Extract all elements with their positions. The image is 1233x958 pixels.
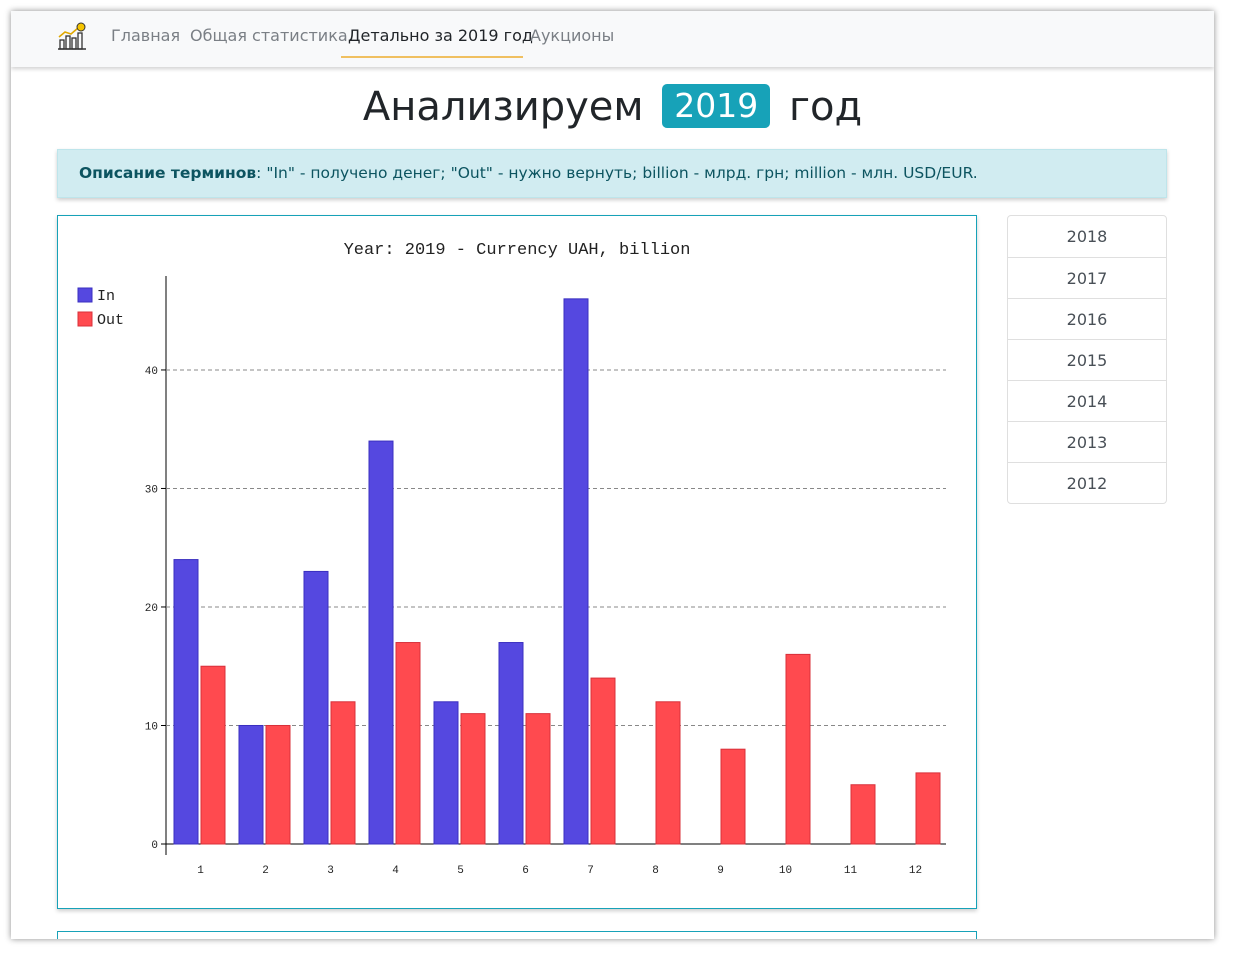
nav-general-stats[interactable]: Общая статистика	[190, 11, 348, 59]
bar-in-5	[433, 701, 459, 845]
chart-card: Year: 2019 - Currency UAH, billion 0 10 20 3…	[57, 215, 977, 909]
legend-swatch-in	[77, 287, 93, 303]
x-tick-label: 12	[909, 865, 922, 877]
x-tick-label: 4	[392, 865, 399, 877]
y-tick-label: 10	[145, 721, 158, 733]
terms-alert: Описание терминов: "In" - получено денег…	[57, 149, 1167, 198]
legend-label-out: Out	[97, 312, 124, 329]
bar-in-3	[303, 570, 329, 845]
active-tab-indicator	[341, 56, 523, 58]
brand-logo[interactable]	[56, 22, 88, 52]
bar-out-12	[915, 772, 941, 845]
x-tick-label: 7	[587, 865, 594, 877]
bar-in-4	[368, 440, 394, 845]
year-badge: 2019	[662, 84, 771, 128]
nav-auctions[interactable]: Аукционы	[530, 11, 614, 59]
x-tick-label: 6	[522, 865, 529, 877]
x-tick-label: 8	[652, 865, 659, 877]
bar-out-7	[590, 677, 616, 845]
title-prefix: Анализируем	[362, 84, 644, 130]
year-link-2018[interactable]: 2018	[1008, 216, 1166, 257]
year-link-2012[interactable]: 2012	[1008, 462, 1166, 503]
x-tick-label: 9	[717, 865, 724, 877]
year-link-2014[interactable]: 2014	[1008, 380, 1166, 421]
title-suffix: год	[788, 84, 863, 130]
bar-out-10	[785, 653, 811, 845]
bar-out-1	[200, 665, 226, 845]
terms-label: Описание терминов	[79, 164, 257, 182]
x-tick-label: 3	[327, 865, 334, 877]
bar-in-7	[563, 298, 589, 845]
terms-text: : "In" - получено денег; "Out" - нужно в…	[256, 164, 978, 182]
x-tick-label: 11	[844, 865, 858, 877]
year-link-2016[interactable]: 2016	[1008, 298, 1166, 339]
year-link-2017[interactable]: 2017	[1008, 257, 1166, 298]
nav-detail-2019[interactable]: Детально за 2019 год	[348, 11, 533, 59]
nav-home[interactable]: Главная	[111, 11, 180, 59]
browser-window: Главная Общая статистика Детально за 201…	[11, 11, 1214, 939]
bar-out-2	[265, 724, 291, 845]
x-tick-label: 2	[262, 865, 269, 877]
x-tick-label: 1	[197, 865, 204, 877]
page-title: Анализируем 2019 год	[11, 83, 1214, 131]
bar-in-1	[173, 559, 199, 845]
bar-in-6	[498, 642, 524, 845]
year-link-2013[interactable]: 2013	[1008, 421, 1166, 462]
bar-out-6	[525, 713, 551, 845]
y-tick-label: 30	[145, 484, 158, 496]
chart-growth-coin-icon	[58, 22, 86, 50]
next-chart-card	[57, 931, 977, 939]
bar-out-11	[850, 784, 876, 845]
bar-out-3	[330, 701, 356, 845]
bar-chart: Year: 2019 - Currency UAH, billion 0 10 20 3…	[77, 241, 946, 877]
y-tick-label: 0	[151, 840, 158, 852]
x-tick-label: 10	[779, 865, 792, 877]
bar-out-9	[720, 748, 746, 845]
y-tick-label: 20	[145, 603, 158, 615]
legend-swatch-out	[77, 311, 93, 327]
legend-label-in: In	[97, 288, 115, 305]
x-tick-label: 5	[457, 865, 464, 877]
y-tick-label: 40	[145, 366, 158, 378]
year-link-2015[interactable]: 2015	[1008, 339, 1166, 380]
bar-out-8	[655, 701, 681, 845]
bar-out-5	[460, 713, 486, 845]
navbar: Главная Общая статистика Детально за 201…	[11, 11, 1214, 67]
year-list: 2018 2017 2016 2015 2014 2013 2012	[1007, 215, 1167, 504]
bar-out-4	[395, 642, 421, 845]
bar-in-2	[238, 724, 264, 845]
chart-title: Year: 2019 - Currency UAH, billion	[344, 241, 691, 260]
